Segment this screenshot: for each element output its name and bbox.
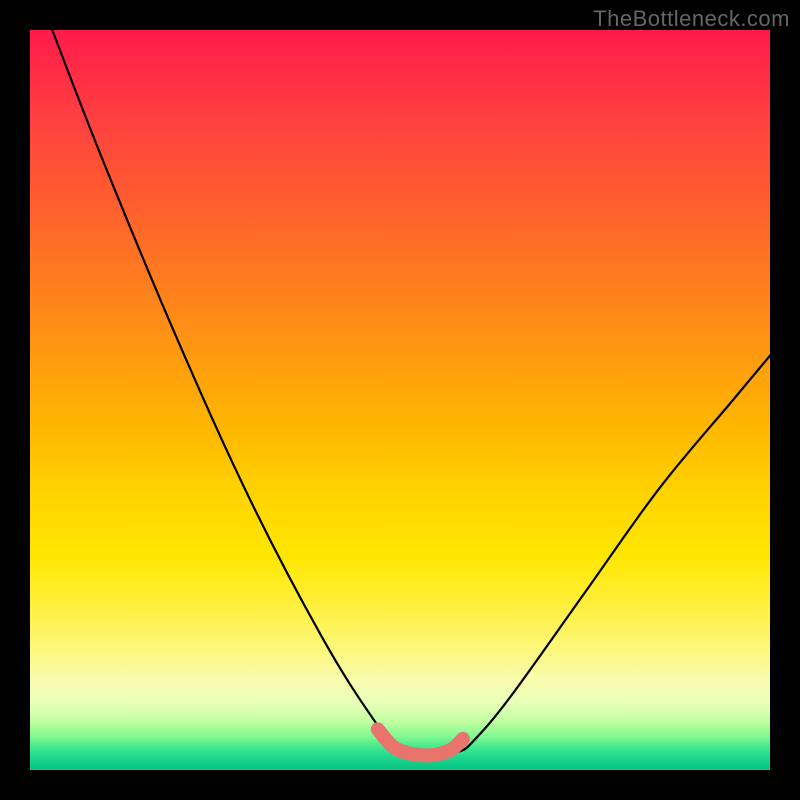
curve-layer: [30, 30, 770, 770]
optimal-band-path: [378, 729, 463, 755]
chart-frame: TheBottleneck.com: [0, 0, 800, 800]
watermark-text: TheBottleneck.com: [593, 6, 790, 32]
bottleneck-curve-path: [52, 30, 770, 755]
plot-area: [30, 30, 770, 770]
